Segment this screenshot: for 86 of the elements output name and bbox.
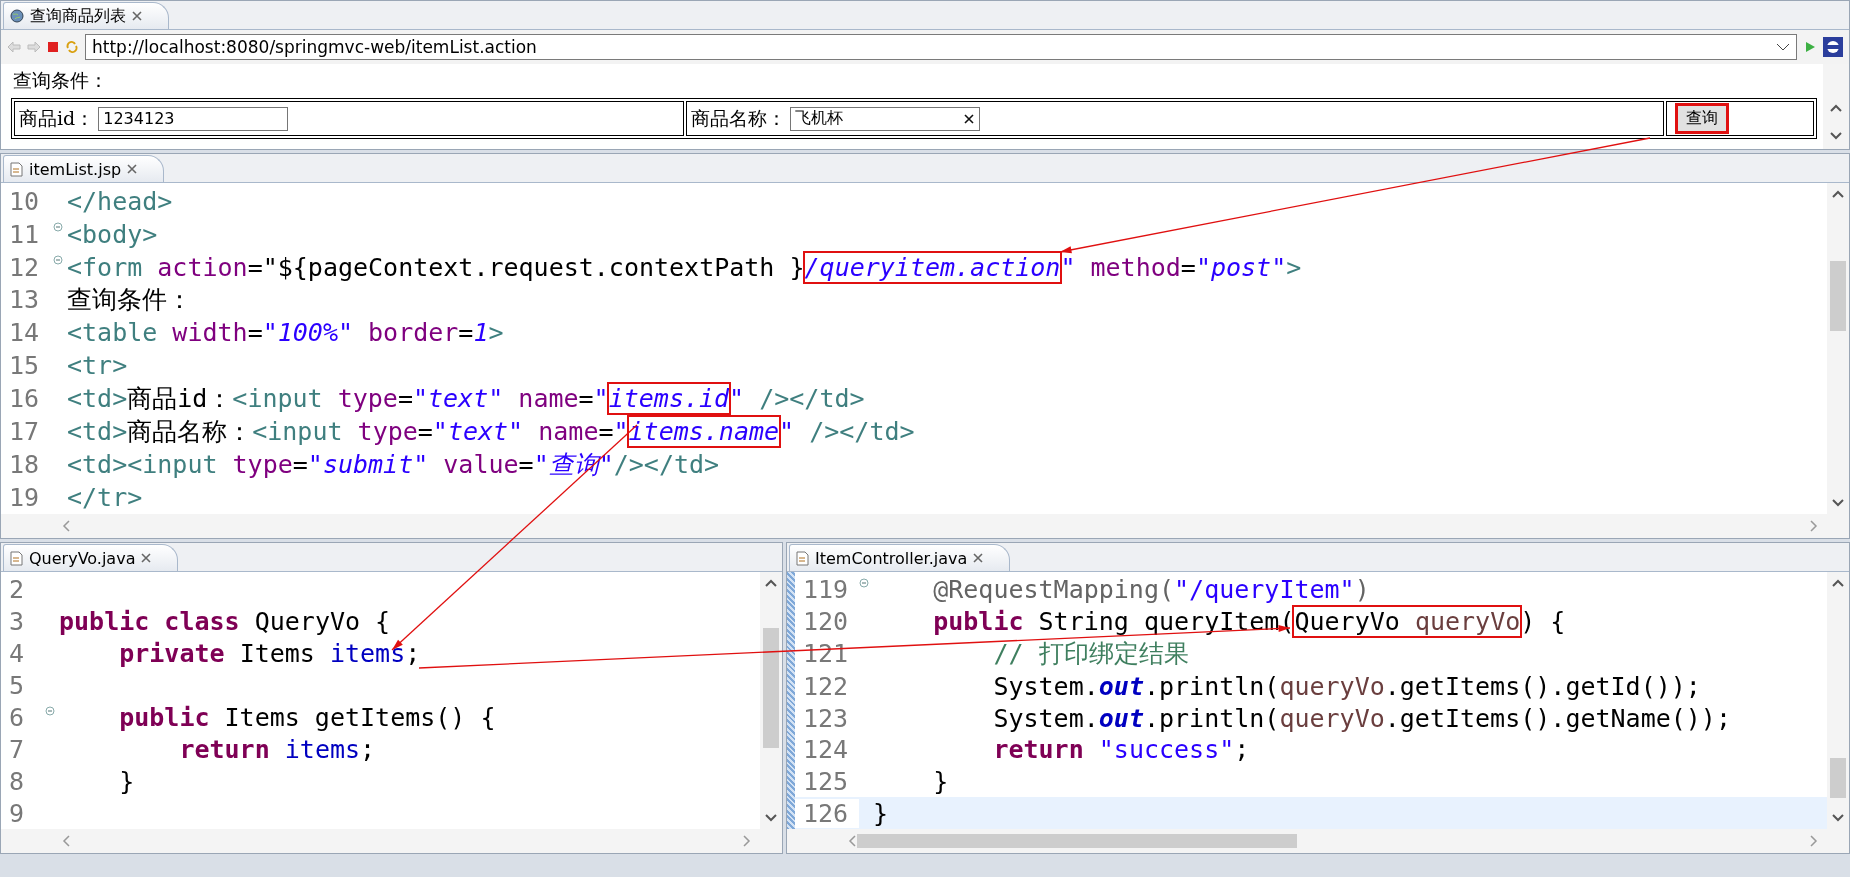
close-icon[interactable] [973,553,984,563]
code-text: System.out.println(queryVo.getItems().getId()); [992,671,1701,701]
fold-icon[interactable] [45,705,55,716]
code-text: private Items items; [118,639,421,669]
code-text: } [118,766,135,796]
field-label: 商品名称： [691,105,786,131]
editor-tab[interactable]: QueryVo.java [3,544,179,571]
vertical-scrollbar[interactable] [1823,64,1849,149]
vertical-scrollbar[interactable] [1827,183,1849,514]
code-text: } [932,766,949,796]
close-icon[interactable] [132,11,142,21]
scroll-up-icon[interactable] [764,578,778,588]
scroll-up-icon[interactable] [1829,103,1843,113]
fold-icon[interactable] [53,221,63,232]
vertical-scrollbar[interactable] [760,572,782,829]
scroll-up-icon[interactable] [1831,189,1845,199]
code-text: public Items getItems() { [118,702,496,732]
horizontal-scrollbar[interactable] [787,829,1849,853]
stop-icon[interactable] [47,41,59,53]
page-heading: 查询条件： [13,68,109,93]
scroll-left-icon[interactable] [61,834,71,848]
editor-tab[interactable]: ItemController.java [789,544,1011,571]
file-icon [10,161,23,177]
fold-icon[interactable] [859,578,869,588]
scroll-right-icon[interactable] [742,834,752,848]
code-text: <td>商品名称：<input type="text" name=" [67,416,629,449]
scroll-left-icon[interactable] [847,834,857,848]
editor-tab[interactable]: itemList.jsp [3,155,165,182]
clear-icon[interactable] [963,112,975,125]
scroll-right-icon[interactable] [1809,834,1819,848]
code-text: </head> [67,186,173,216]
refresh-icon[interactable] [65,40,79,54]
code-text: // 打印绑定结果 [992,638,1189,671]
code-text: <tr> [67,351,128,381]
text-field[interactable]: 1234123 [98,106,289,131]
code-text: <td>商品id：<input type="text" name=" [67,383,609,416]
app-icon[interactable] [1823,37,1843,57]
dropdown-chevron-icon[interactable] [1776,43,1790,51]
code-text: <form action="${pageContext.request.contextPath } [67,252,805,282]
text-field[interactable]: 飞机杯 [790,106,980,131]
globe-icon [10,9,24,23]
highlight-box: items.name [628,417,780,447]
go-icon[interactable] [1803,40,1817,54]
code-text: } [873,798,889,828]
code-text: public class QueryVo { [59,607,391,637]
scroll-left-icon[interactable] [61,519,71,533]
submit-button[interactable]: 查询 [1675,103,1729,134]
url-field[interactable]: http://localhost:8080/springmvc-web/itemList.action [85,34,1797,60]
close-icon[interactable] [127,164,138,174]
scroll-down-icon[interactable] [1829,131,1843,141]
scroll-down-icon[interactable] [764,813,778,823]
vertical-scrollbar[interactable] [1827,572,1849,829]
fold-icon[interactable] [53,254,63,265]
back-icon[interactable] [7,41,21,53]
scrollbar-thumb[interactable] [1830,261,1846,331]
code-text: 查询条件： [67,284,192,317]
horizontal-scrollbar[interactable] [1,829,782,853]
scrollbar-thumb[interactable] [857,834,1297,848]
scroll-up-icon[interactable] [1831,578,1845,588]
scroll-right-icon[interactable] [1809,519,1819,533]
code-text: return "success"; [992,735,1250,765]
close-icon[interactable] [141,553,152,563]
field-label: 商品id： [19,105,95,131]
highlight-box: items.id [608,384,730,414]
code-text: <table width="100%" border=1> [67,318,504,348]
code-text: return items; [178,734,376,764]
horizontal-scrollbar[interactable] [1,514,1849,538]
code-text: public String queryItem( [932,607,1295,637]
highlight-box: QueryVo queryVo [1294,607,1521,637]
scroll-down-icon[interactable] [1831,813,1845,823]
file-icon [796,550,809,566]
code-text: " /></td> [779,417,915,447]
scrollbar-thumb[interactable] [763,628,779,748]
highlight-box: /queryitem.action [804,252,1061,282]
code-text: </tr> [67,483,143,513]
line-number: 126 [795,798,859,828]
file-icon [10,550,23,566]
forward-icon[interactable] [27,41,41,53]
code-text: " method="post"> [1060,252,1302,282]
code-text: @RequestMapping("/queryItem") [932,575,1370,605]
code-text: <body> [67,219,158,249]
code-text: System.out.println(queryVo.getItems().getName()); [992,703,1731,733]
scroll-down-icon[interactable] [1831,498,1845,508]
browser-tab[interactable]: 查询商品列表 [3,2,169,29]
scrollbar-thumb[interactable] [1830,758,1846,798]
code-text: ) { [1520,607,1566,637]
